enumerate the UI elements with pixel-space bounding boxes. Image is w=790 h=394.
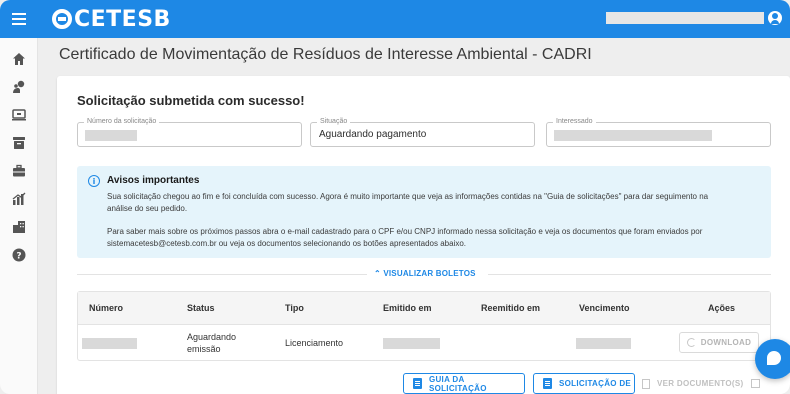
document-filled-icon xyxy=(543,378,552,389)
notice-line-3: Para saber mais sobre os próximos passos… xyxy=(107,227,703,236)
location-person-icon[interactable] xyxy=(9,77,29,97)
interessado-label: Interessado xyxy=(553,117,596,127)
document-icon xyxy=(413,378,422,389)
numero-solicitacao-field[interactable]: Número da solicitação xyxy=(77,117,302,147)
header-reemitido: Reemitido em xyxy=(481,303,541,313)
success-title: Solicitação submetida com sucesso! xyxy=(77,93,305,108)
situacao-field[interactable]: Situação Aguardando pagamento xyxy=(310,117,535,147)
tipo-cell: Licenciamento xyxy=(285,338,344,348)
menu-icon[interactable] xyxy=(0,0,38,38)
situacao-value: Aguardando pagamento xyxy=(319,129,427,140)
chart-icon[interactable] xyxy=(9,189,29,209)
numero-solicitacao-value-redacted xyxy=(85,130,137,141)
ver-documentos-label: VER DOCUMENTO(S) xyxy=(657,379,744,388)
sidebar: ? xyxy=(0,38,38,394)
chat-button[interactable] xyxy=(755,339,790,379)
account-icon[interactable] xyxy=(768,11,782,25)
submission-card: Solicitação submetida com sucesso! Númer… xyxy=(57,76,790,394)
boletos-table: Número Status Tipo Emitido em Reemitido … xyxy=(77,291,771,361)
cetesb-logo-mark-icon xyxy=(52,9,72,29)
notice-line-2: análise do seu pedido. xyxy=(107,204,188,213)
download-label: DOWNLOAD xyxy=(700,338,752,347)
header-tipo: Tipo xyxy=(285,303,304,313)
chevron-up-icon: ⌃ xyxy=(374,269,381,278)
notices-title: Avisos importantes xyxy=(107,175,200,186)
notice-line-4: sistemacetesb@cetesb.com.br ou veja os d… xyxy=(107,239,466,248)
svg-text:?: ? xyxy=(16,252,21,262)
help-icon[interactable]: ? xyxy=(9,245,29,265)
divider-left xyxy=(77,274,367,275)
interessado-field[interactable]: Interessado xyxy=(546,117,771,147)
header-status: Status xyxy=(187,303,215,313)
business-icon[interactable] xyxy=(9,217,29,237)
home-icon[interactable] xyxy=(9,49,29,69)
user-menu[interactable] xyxy=(606,11,782,25)
download-button[interactable]: DOWNLOAD xyxy=(679,332,759,353)
vencimento-cell-redacted xyxy=(576,338,631,349)
file-icon xyxy=(642,378,650,389)
header-emitido: Emitido em xyxy=(383,303,432,313)
visualizar-boletos-toggle[interactable]: ⌃ VISUALIZAR BOLETOS xyxy=(374,269,476,278)
numero-cell-redacted xyxy=(82,338,137,349)
status-cell-line1: Aguardando xyxy=(187,332,237,342)
app-frame: CETESB ? Certificado de Movimentação de … xyxy=(0,0,790,394)
guia-solicitacao-button[interactable]: GUIA DA SOLICITAÇÃO xyxy=(403,373,525,394)
interessado-value-redacted xyxy=(554,130,712,141)
important-notices: i Avisos importantes Sua solicitação che… xyxy=(77,166,771,258)
visualizar-boletos-label: VISUALIZAR BOLETOS xyxy=(383,269,476,278)
emitido-cell-redacted xyxy=(383,338,440,349)
logo-text: CETESB xyxy=(74,6,171,32)
briefcase-icon[interactable] xyxy=(9,161,29,181)
cetesb-logo[interactable]: CETESB xyxy=(52,7,171,32)
header-acoes: Ações xyxy=(708,303,736,313)
status-cell-line2: emissão xyxy=(187,344,221,354)
header-numero: Número xyxy=(89,303,124,313)
table-header: Número Status Tipo Emitido em Reemitido … xyxy=(78,292,770,325)
solicitacao-de-label: SOLICITAÇÃO DE xyxy=(559,379,632,388)
user-name-redacted xyxy=(606,12,764,24)
open-external-icon xyxy=(751,379,761,388)
header-vencimento: Vencimento xyxy=(579,303,630,313)
ver-documentos-button[interactable]: VER DOCUMENTO(S) xyxy=(642,373,772,394)
guia-solicitacao-label: GUIA DA SOLICITAÇÃO xyxy=(428,374,487,393)
computer-icon[interactable] xyxy=(9,105,29,125)
divider-right xyxy=(488,274,771,275)
numero-solicitacao-label: Número da solicitação xyxy=(84,117,160,127)
solicitacao-de-button[interactable]: SOLICITAÇÃO DE xyxy=(533,373,635,394)
situacao-label: Situação xyxy=(317,117,351,127)
page-title: Certificado de Movimentação de Resíduos … xyxy=(59,46,592,63)
archive-icon[interactable] xyxy=(9,133,29,153)
top-app-bar: CETESB xyxy=(0,0,790,38)
loading-spinner-icon xyxy=(686,338,696,347)
info-icon: i xyxy=(88,175,100,187)
notice-line-1: Sua solicitação chegou ao fim e foi conc… xyxy=(107,192,709,201)
